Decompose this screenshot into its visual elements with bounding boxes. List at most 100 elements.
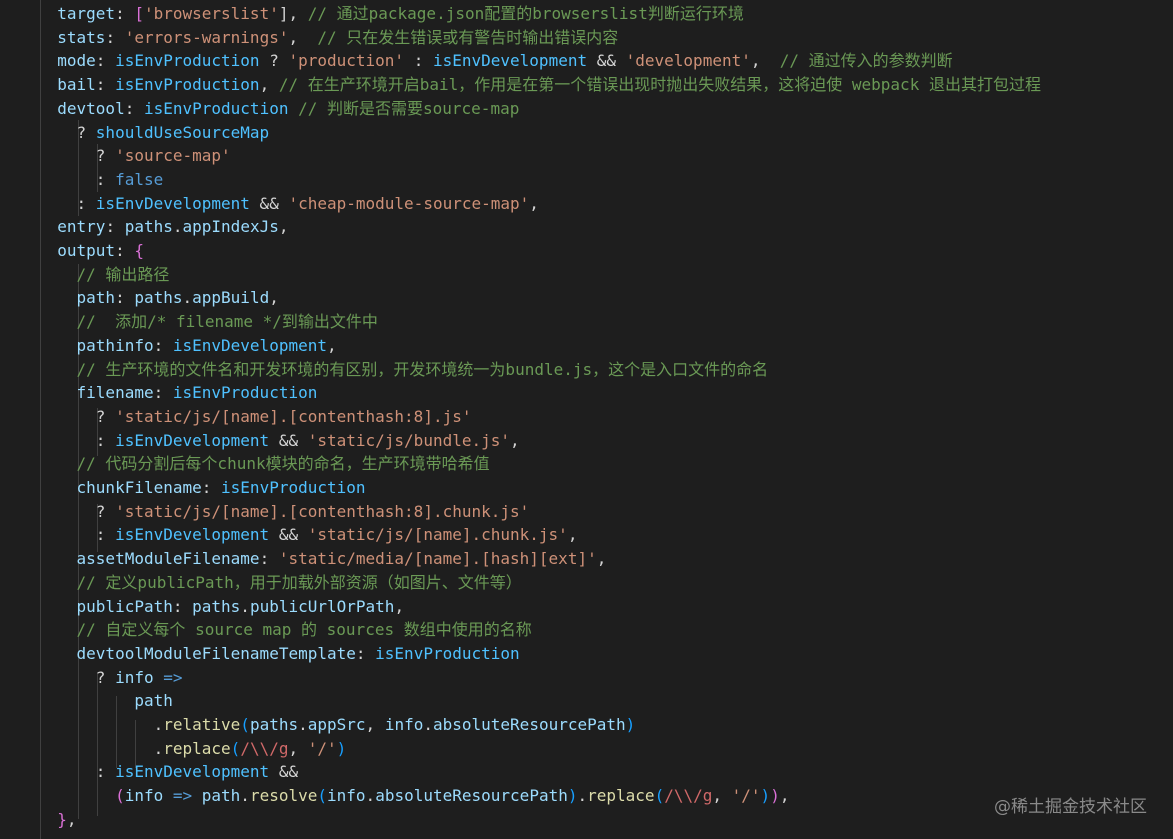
code-token-prop: mode [57, 51, 96, 71]
code-token-bracket3: ( [317, 786, 328, 806]
code-token-fn: relative [163, 715, 241, 734]
code-token-fn: replace [587, 786, 655, 806]
code-token-prop: info [384, 715, 424, 734]
code-token-op: ? [259, 51, 289, 71]
code-token-var: isEnvProduction [172, 383, 318, 403]
code-token-op [38, 383, 77, 402]
code-token-bracket3: ) [336, 738, 347, 758]
code-token-punc: , [288, 738, 308, 758]
code-token-op: : [38, 169, 116, 189]
code-token-punc: : [124, 98, 144, 118]
code-line[interactable]: .relative(paths.appSrc, info.absoluteRes… [38, 713, 636, 737]
code-token-fn: resolve [249, 786, 318, 806]
code-line[interactable]: target: ['browserslist'], // 通过package.j… [38, 2, 744, 26]
code-line[interactable]: filename: isEnvProduction [38, 381, 318, 405]
code-token-prop: absoluteResourcePath [375, 786, 568, 806]
code-line[interactable]: // 输出路径 [38, 263, 170, 287]
code-token-prop: filename [76, 383, 154, 403]
code-line[interactable]: : false [38, 168, 163, 192]
code-token-op [38, 454, 77, 473]
code-token-bracket2: } [57, 809, 67, 829]
code-token-op: : [38, 430, 116, 450]
code-line[interactable]: devtoolModuleFilenameTemplate: isEnvProd… [38, 642, 520, 666]
code-token-op: : [38, 762, 116, 782]
code-line[interactable]: mode: isEnvProduction ? 'production' : i… [38, 49, 953, 73]
code-token-op: : [38, 193, 96, 213]
code-token-punc: , [278, 217, 289, 237]
code-token-punc: , [326, 335, 337, 355]
code-line[interactable]: devtool: isEnvProduction // 判断是否需要source… [38, 97, 519, 121]
code-token-punc: , [529, 193, 539, 213]
code-token-punc: : [355, 643, 376, 663]
code-token-punc: : [172, 596, 193, 616]
code-token-op [38, 28, 57, 47]
code-line[interactable]: ? 'source-map' [38, 144, 231, 168]
code-token-prop: publicPath [76, 596, 173, 616]
code-line[interactable]: // 生产环境的文件名和开发环境的有区别，开发环境统一为bundle.js，这个… [38, 358, 769, 382]
code-token-op [38, 75, 57, 94]
code-token-str: 'static/js/[name].[contenthash:8].chunk.… [115, 501, 530, 521]
code-token-str: 'errors-warnings' [124, 27, 289, 47]
code-token-var: isEnvProduction [115, 51, 260, 71]
code-line[interactable]: (info => path.resolve(info.absoluteResou… [38, 784, 789, 808]
code-token-cmt: // 通过传入的参数判断 [779, 51, 953, 71]
code-editor[interactable]: target: ['browserslist'], // 通过package.j… [0, 0, 1173, 839]
code-line[interactable]: assetModuleFilename: 'static/media/[name… [38, 547, 607, 571]
code-line[interactable]: }, [38, 808, 76, 832]
code-line[interactable]: path: paths.appBuild, [38, 286, 279, 310]
code-token-bracket2: ) [770, 786, 780, 806]
code-token-prop: bail [57, 75, 96, 95]
code-token-op [38, 597, 77, 616]
code-token-bracket3: ( [240, 715, 250, 734]
code-line[interactable]: ? info => [38, 666, 192, 690]
code-token-punc: : [105, 217, 125, 237]
code-token-prop: info [124, 786, 164, 806]
code-line[interactable]: : isEnvDevelopment && 'static/js/[name].… [38, 523, 578, 547]
code-token-punc: , [288, 27, 318, 47]
code-line[interactable]: : isEnvDevelopment && [38, 760, 298, 784]
code-token-cmt: // 只在发生错误或有警告时输出错误内容 [317, 27, 619, 47]
code-token-punc: , [567, 525, 578, 545]
code-line[interactable]: publicPath: paths.publicUrlOrPath, [38, 595, 405, 619]
code-token-op [38, 217, 57, 236]
code-token-op [38, 241, 57, 260]
code-line[interactable]: ? shouldUseSourceMap [38, 121, 270, 145]
code-token-op [38, 620, 77, 639]
code-token-bracket2: { [134, 241, 144, 260]
code-line[interactable]: // 自定义每个 source map 的 sources 数组中使用的名称 [38, 618, 532, 642]
code-token-prop: output [57, 241, 116, 260]
code-token-prop: target [57, 4, 116, 23]
code-line[interactable]: // 代码分割后每个chunk模块的命名，生产环境带哈希值 [38, 452, 490, 476]
code-line[interactable]: bail: isEnvProduction, // 在生产环境开启bail，作用… [38, 73, 1041, 97]
code-token-prop: paths [249, 715, 299, 734]
code-token-punc: . [423, 715, 433, 734]
code-token-bracket2: [ [134, 4, 144, 23]
code-line[interactable]: // 定义publicPath，用于加载外部资源（如图片、文件等） [38, 571, 522, 595]
code-line[interactable]: pathinfo: isEnvDevelopment, [38, 334, 337, 358]
code-token-str: 'static/media/[name].[hash][ext]' [278, 549, 597, 569]
code-line[interactable]: : isEnvDevelopment && 'cheap-module-sour… [38, 192, 539, 216]
code-line[interactable]: chunkFilename: isEnvProduction [38, 476, 366, 500]
code-line[interactable]: ? 'static/js/[name].[contenthash:8].chun… [38, 500, 529, 524]
code-token-var: isEnvProduction [221, 478, 366, 497]
code-line[interactable]: : isEnvDevelopment && 'static/js/bundle.… [38, 429, 520, 453]
code-token-punc: : [95, 75, 116, 95]
code-token-op [38, 691, 134, 710]
code-token-str: 'cheap-module-source-map' [288, 193, 530, 213]
code-token-punc: : [153, 383, 173, 403]
code-line[interactable]: .replace(/\\/g, '/') [38, 737, 347, 761]
code-token-op: : [38, 525, 116, 545]
code-token-kw: => [153, 667, 193, 687]
code-line[interactable]: entry: paths.appIndexJs, [38, 215, 288, 239]
code-line[interactable]: ? 'static/js/[name].[contenthash:8].js' [38, 405, 472, 429]
code-token-punc: : [115, 288, 135, 308]
code-line[interactable]: // 添加/* filename */到输出文件中 [38, 310, 378, 334]
code-line[interactable]: path [38, 689, 173, 713]
code-token-var: isEnvDevelopment [432, 51, 588, 71]
code-token-op [38, 336, 77, 355]
code-token-punc: : [259, 549, 279, 569]
code-line[interactable]: output: { [38, 239, 144, 263]
code-line[interactable]: stats: 'errors-warnings', // 只在发生错误或有警告时… [38, 26, 618, 50]
code-token-punc: : [95, 51, 116, 71]
code-token-bracket3: ( [230, 738, 241, 758]
